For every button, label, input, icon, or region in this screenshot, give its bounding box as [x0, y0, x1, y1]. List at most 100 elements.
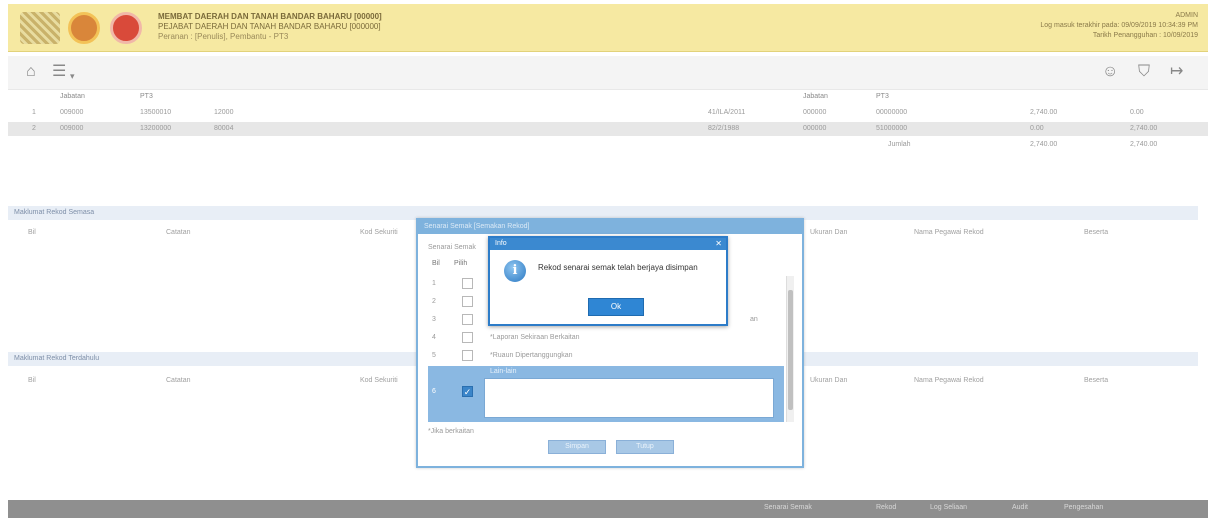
col-header: Pilih — [454, 260, 468, 267]
footer-checklist-button[interactable]: Senarai Semak — [764, 504, 812, 511]
message-title-bar: Info ✕ — [490, 238, 726, 250]
row-label: Lain-lain — [490, 368, 517, 375]
toolbar: ⌂ ☰ ▾ ☺ ⛉ ↦ — [8, 56, 1208, 90]
col-header: Bil — [432, 260, 440, 267]
row-label: *Laporan Sekiraan Berkaitan — [490, 334, 580, 341]
chevron-down-icon[interactable]: ▾ — [70, 68, 75, 84]
row-checkbox[interactable] — [462, 278, 473, 289]
checklist-row-selected[interactable]: 6 ✓ Lain-lain — [428, 366, 784, 422]
app-header: MEMBAT DAERAH DAN TANAH BANDAR BAHARU [0… — [8, 4, 1208, 52]
cell: 000000 — [803, 109, 827, 116]
cell: 12000 — [214, 109, 234, 116]
header-date: Tarikh Penangguhan : 10/09/2019 — [1092, 32, 1198, 39]
footer-record-button[interactable]: Rekod — [876, 504, 896, 511]
row-number: 1 — [432, 280, 436, 287]
message-title: Info — [495, 240, 507, 247]
row-checkbox-checked[interactable]: ✓ — [462, 386, 473, 397]
table-total-row: Jumlah 2,740.00 2,740.00 — [8, 138, 1208, 152]
row-checkbox[interactable] — [462, 296, 473, 307]
home-icon[interactable]: ⌂ — [26, 64, 36, 80]
col-header: Nama Pegawai Rekod — [914, 377, 984, 384]
dialog-title: Senarai Semak [Semakan Rekod] — [418, 220, 802, 234]
row-label-suffix: an — [750, 316, 758, 323]
dialog-subtitle: Senarai Semak — [428, 244, 476, 251]
header-last-login: Log masuk terakhir pada: 09/09/2019 10:3… — [1040, 22, 1198, 29]
info-message-box: Info ✕ i Rekod senarai semak telah berja… — [488, 236, 728, 326]
row-number: 6 — [432, 388, 436, 395]
col-header: Kod Sekuriti — [360, 377, 398, 384]
save-button[interactable]: Simpan — [548, 440, 606, 454]
cell: 41/ILA/2011 — [708, 109, 746, 116]
close-icon[interactable]: ✕ — [715, 239, 722, 248]
header-user: ADMIN — [1175, 12, 1198, 19]
col-header: Catatan — [166, 229, 191, 236]
footer-bar: Senarai Semak Rekod Log Seliaan Audit Pe… — [8, 500, 1208, 518]
logout-icon[interactable]: ↦ — [1170, 64, 1183, 80]
col-header: Bil — [28, 377, 36, 384]
footer-approve-button[interactable]: Pengesahan — [1064, 504, 1103, 511]
footer-audit-button[interactable]: Audit — [1012, 504, 1028, 511]
col-header: Jabatan — [803, 93, 828, 100]
table-row[interactable]: 1 009000 13500010 12000 41/ILA/2011 0000… — [8, 106, 1208, 120]
cell: 13500010 — [140, 109, 172, 116]
user-icon[interactable]: ☺ — [1102, 64, 1118, 80]
cell: 2,740.00 — [1130, 125, 1158, 132]
cell: 51000000 — [876, 125, 908, 132]
cell: 1 — [32, 109, 36, 116]
col-header: Ukuran Dan — [810, 229, 848, 236]
row-checkbox[interactable] — [462, 314, 473, 325]
row-number: 2 — [432, 298, 436, 305]
table-header: Jabatan PT3 Jabatan PT3 — [8, 90, 1208, 104]
col-header: Beserta — [1084, 229, 1109, 236]
header-role: Peranan : [Penulis], Pembantu - PT3 — [158, 32, 289, 41]
dialog-scrollbar[interactable] — [786, 276, 794, 422]
cell: 0.00 — [1030, 125, 1044, 132]
total-debit: 2,740.00 — [1030, 141, 1058, 148]
other-remarks-input[interactable] — [484, 378, 774, 418]
message-text: Rekod senarai semak telah berjaya disimp… — [538, 263, 698, 272]
col-header: Catatan — [166, 377, 191, 384]
cell: 000000 — [803, 125, 827, 132]
dialog-note: *Jika berkaitan — [428, 428, 474, 435]
row-number: 3 — [432, 316, 436, 323]
ok-button[interactable]: Ok — [588, 298, 644, 316]
total-label: Jumlah — [888, 141, 911, 148]
info-icon: i — [504, 260, 526, 282]
col-header: Jabatan — [60, 93, 85, 100]
crest-logo — [20, 12, 60, 44]
footer-log-button[interactable]: Log Seliaan — [930, 504, 967, 511]
row-number: 5 — [432, 352, 436, 359]
checklist-row[interactable]: 4 *Laporan Sekiraan Berkaitan — [428, 330, 790, 346]
cell: 2,740.00 — [1030, 109, 1058, 116]
state-logo — [68, 12, 100, 44]
cell: 2 — [32, 125, 36, 132]
header-subtitle: PEJABAT DAERAH DAN TANAH BANDAR BAHARU [… — [158, 22, 381, 31]
table-row[interactable]: 2 009000 13200000 80004 82/2/1988 000000… — [8, 122, 1208, 136]
cell: 13200000 — [140, 125, 172, 132]
cell: 00000000 — [876, 109, 908, 116]
total-credit: 2,740.00 — [1130, 141, 1158, 148]
agency-logo — [110, 12, 142, 44]
col-header: Nama Pegawai Rekod — [914, 229, 984, 236]
cell: 009000 — [60, 125, 84, 132]
checklist-row[interactable]: 5 *Ruaun Dipertanggungkan — [428, 348, 790, 364]
cell: 009000 — [60, 109, 84, 116]
col-header: Beserta — [1084, 377, 1109, 384]
scrollbar-thumb[interactable] — [788, 290, 793, 410]
row-checkbox[interactable] — [462, 332, 473, 343]
row-number: 4 — [432, 334, 436, 341]
cell: 82/2/1988 — [708, 125, 740, 132]
col-header: PT3 — [876, 93, 889, 100]
col-header: Bil — [28, 229, 36, 236]
col-header: Kod Sekuriti — [360, 229, 398, 236]
menu-icon[interactable]: ☰ — [52, 64, 66, 80]
close-button[interactable]: Tutup — [616, 440, 674, 454]
col-header: Ukuran Dan — [810, 377, 848, 384]
col-header: PT3 — [140, 93, 153, 100]
row-label: *Ruaun Dipertanggungkan — [490, 352, 573, 359]
cell: 80004 — [214, 125, 234, 132]
shield-icon[interactable]: ⛉ — [1138, 64, 1150, 80]
row-checkbox[interactable] — [462, 350, 473, 361]
header-title: MEMBAT DAERAH DAN TANAH BANDAR BAHARU [0… — [158, 12, 382, 21]
cell: 0.00 — [1130, 109, 1144, 116]
